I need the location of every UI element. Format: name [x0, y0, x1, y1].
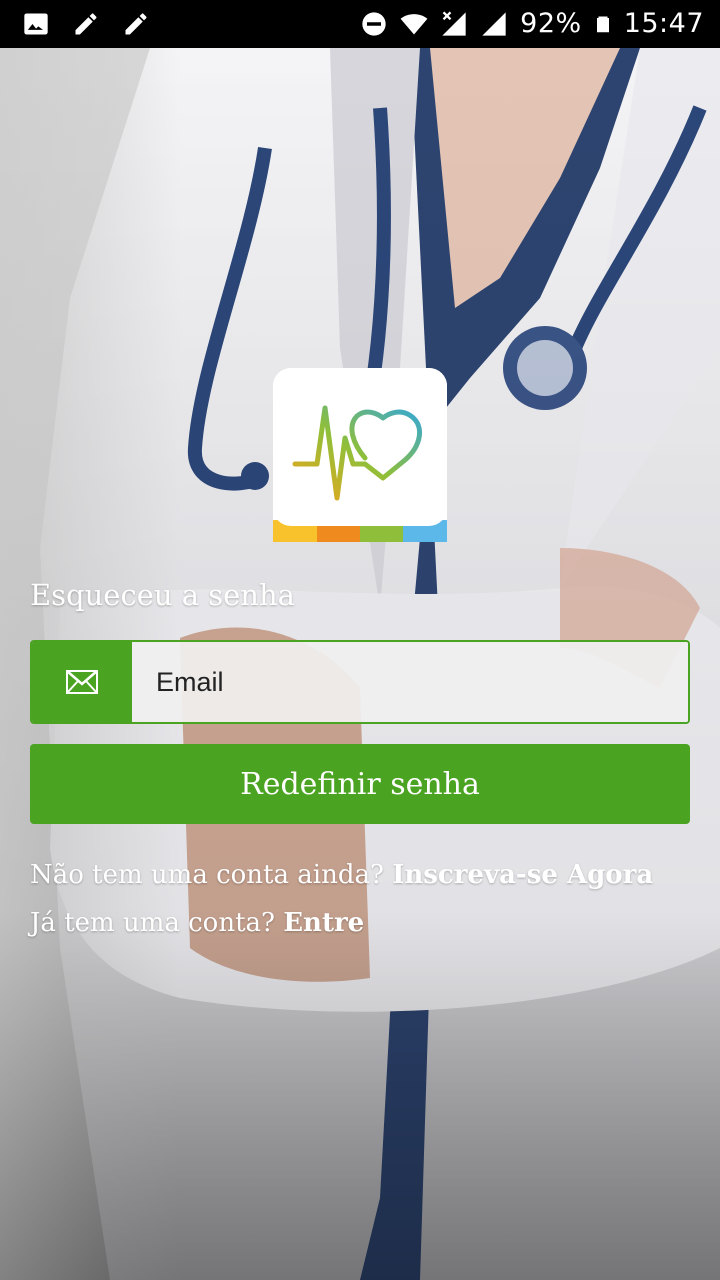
email-input[interactable]: [132, 642, 688, 722]
battery-icon: [596, 16, 609, 32]
status-bar: 92% 15:47: [0, 0, 720, 48]
do-not-disturb-icon: [362, 11, 386, 36]
battery-percentage: 92%: [520, 8, 582, 39]
signup-line: Não tem uma conta ainda? Inscreva-se Ago…: [30, 860, 653, 890]
content: Esqueceu a senha Redefinir senha Não tem…: [0, 48, 720, 1280]
system-icons: 92% 15:47: [360, 8, 704, 39]
login-prompt: Já tem uma conta?: [30, 908, 275, 938]
envelope-icon: [66, 670, 98, 694]
login-link[interactable]: Entre: [283, 908, 364, 938]
wifi-icon: [400, 13, 428, 34]
page-title: Esqueceu a senha: [30, 578, 295, 612]
notification-icons: [22, 10, 150, 38]
reset-password-button[interactable]: Redefinir senha: [30, 744, 690, 824]
pencil-icon: [125, 13, 147, 35]
email-icon-box: [32, 642, 132, 722]
login-line: Já tem uma conta? Entre: [30, 908, 364, 938]
email-field-group: [30, 640, 690, 724]
app-logo: [273, 368, 447, 542]
signal-icon: [482, 11, 506, 36]
forgot-password-screen: 92% 15:47 Esqueceu a senha Email Redefin…: [0, 0, 720, 1280]
clock: 15:47: [623, 8, 704, 39]
signal-off-icon: [442, 11, 466, 36]
signup-prompt: Não tem uma conta ainda?: [30, 860, 384, 890]
image-icon: [24, 13, 48, 35]
signup-link[interactable]: Inscreva-se Agora: [392, 860, 653, 890]
pencil-icon: [75, 13, 97, 35]
